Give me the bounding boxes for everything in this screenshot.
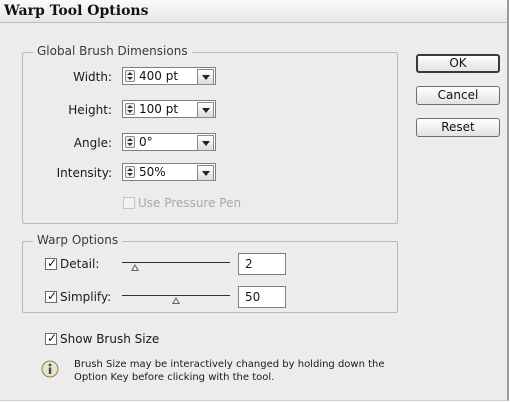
intensity-dropdown-button[interactable]: [197, 165, 214, 181]
reset-button[interactable]: Reset: [416, 118, 500, 137]
info-note-line-1: Brush Size may be interactively changed …: [74, 359, 385, 370]
check-icon: ✓: [47, 331, 58, 345]
detail-slider-thumb[interactable]: [130, 264, 139, 271]
simplify-checkbox[interactable]: ✓: [45, 289, 58, 303]
warp-tool-options-dialog: Warp Tool Options Global Brush Dimension…: [0, 0, 509, 401]
use-pressure-pen-checkbox[interactable]: [123, 197, 135, 209]
height-value: 100 pt: [139, 102, 179, 116]
simplify-label: Simplify:: [60, 290, 112, 304]
ok-button[interactable]: OK: [416, 54, 500, 73]
check-icon: ✓: [47, 256, 58, 270]
angle-dropdown-button[interactable]: [197, 135, 214, 151]
cancel-button[interactable]: Cancel: [416, 86, 500, 105]
height-label: Height:: [68, 103, 112, 117]
show-brush-size-label: Show Brush Size: [60, 332, 160, 346]
simplify-value-field[interactable]: 50: [238, 286, 286, 308]
intensity-spinner[interactable]: [125, 166, 135, 178]
intensity-label: Intensity:: [56, 166, 112, 180]
intensity-field[interactable]: 50%: [122, 163, 216, 181]
global-brush-dimensions-legend: Global Brush Dimensions: [33, 44, 192, 58]
height-spinner[interactable]: [125, 103, 135, 115]
dialog-title: Warp Tool Options: [4, 3, 149, 19]
width-value: 400 pt: [139, 69, 179, 83]
detail-value-field[interactable]: 2: [238, 253, 286, 275]
use-pressure-pen-label: Use Pressure Pen: [138, 196, 242, 210]
detail-label: Detail:: [60, 257, 100, 271]
width-field[interactable]: 400 pt: [122, 67, 216, 85]
angle-spinner[interactable]: [125, 136, 135, 148]
angle-field[interactable]: 0°: [122, 133, 216, 151]
simplify-slider-thumb[interactable]: [172, 297, 180, 304]
simplify-slider-track[interactable]: [122, 295, 230, 296]
width-spinner[interactable]: [125, 70, 135, 82]
height-field[interactable]: 100 pt: [122, 100, 216, 118]
width-dropdown-button[interactable]: [197, 69, 214, 85]
detail-slider-track[interactable]: [122, 262, 230, 263]
warp-options-legend: Warp Options: [33, 233, 123, 247]
angle-label: Angle:: [73, 136, 112, 150]
angle-value: 0°: [139, 135, 153, 149]
show-brush-size-checkbox[interactable]: ✓: [45, 331, 58, 345]
info-note-line-2: Option Key before clicking with the tool…: [74, 372, 275, 383]
intensity-value: 50%: [139, 165, 166, 179]
check-icon: ✓: [47, 289, 58, 303]
info-icon: [41, 360, 59, 378]
detail-checkbox[interactable]: ✓: [45, 256, 58, 270]
width-label: Width:: [73, 70, 112, 84]
title-bar[interactable]: Warp Tool Options: [0, 0, 507, 23]
height-dropdown-button[interactable]: [197, 102, 214, 118]
